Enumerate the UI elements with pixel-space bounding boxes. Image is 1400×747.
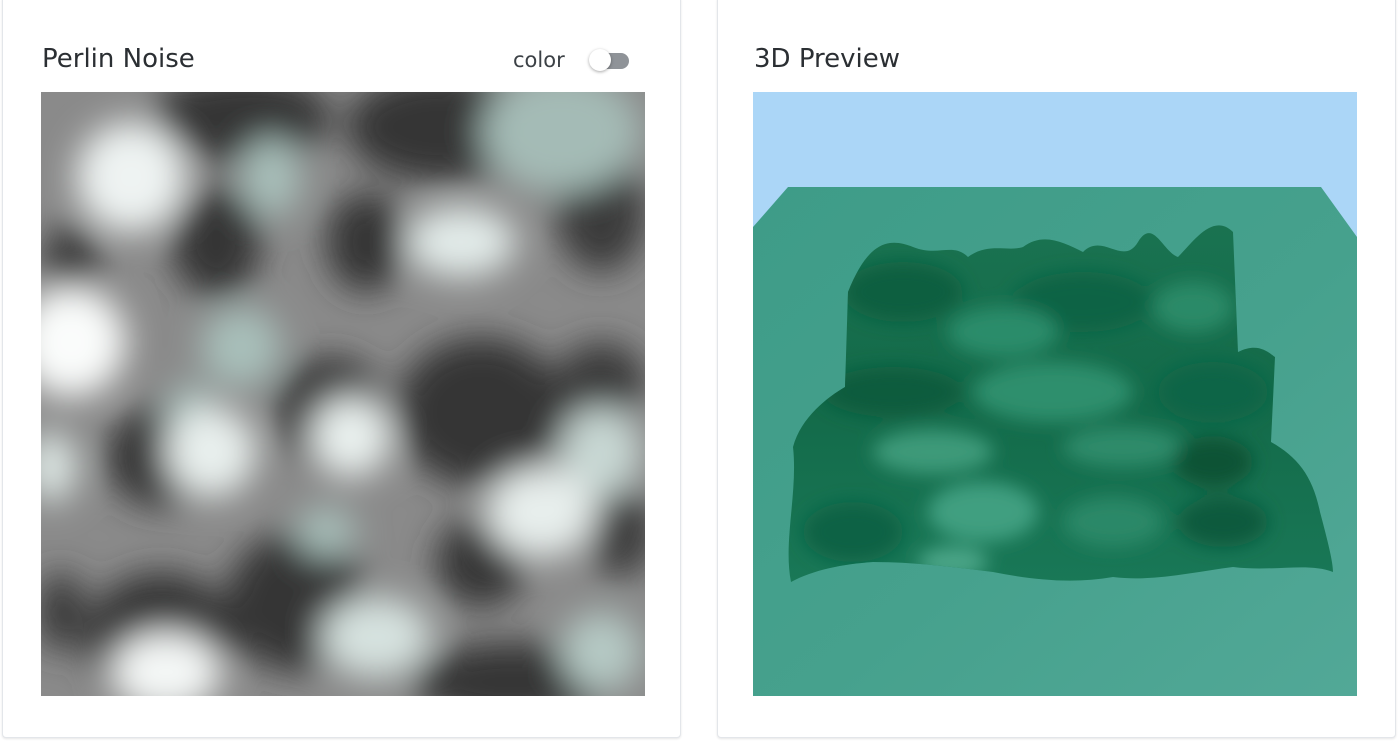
page: Perlin Noise color 3D Preview xyxy=(0,0,1400,747)
color-toggle-control: color xyxy=(513,48,631,72)
perlin-noise-card: Perlin Noise color xyxy=(2,0,681,738)
3d-preview-canvas[interactable] xyxy=(753,92,1357,696)
color-toggle-switch[interactable] xyxy=(588,48,631,72)
3d-preview-title: 3D Preview xyxy=(754,44,901,74)
3d-preview-card: 3D Preview xyxy=(717,0,1396,738)
color-toggle-label: color xyxy=(513,48,565,72)
toggle-knob xyxy=(588,49,611,71)
perlin-noise-title: Perlin Noise xyxy=(42,44,195,74)
perlin-noise-canvas[interactable] xyxy=(41,92,645,696)
3d-terrain-render xyxy=(753,92,1357,696)
perlin-noise-image xyxy=(41,92,645,696)
